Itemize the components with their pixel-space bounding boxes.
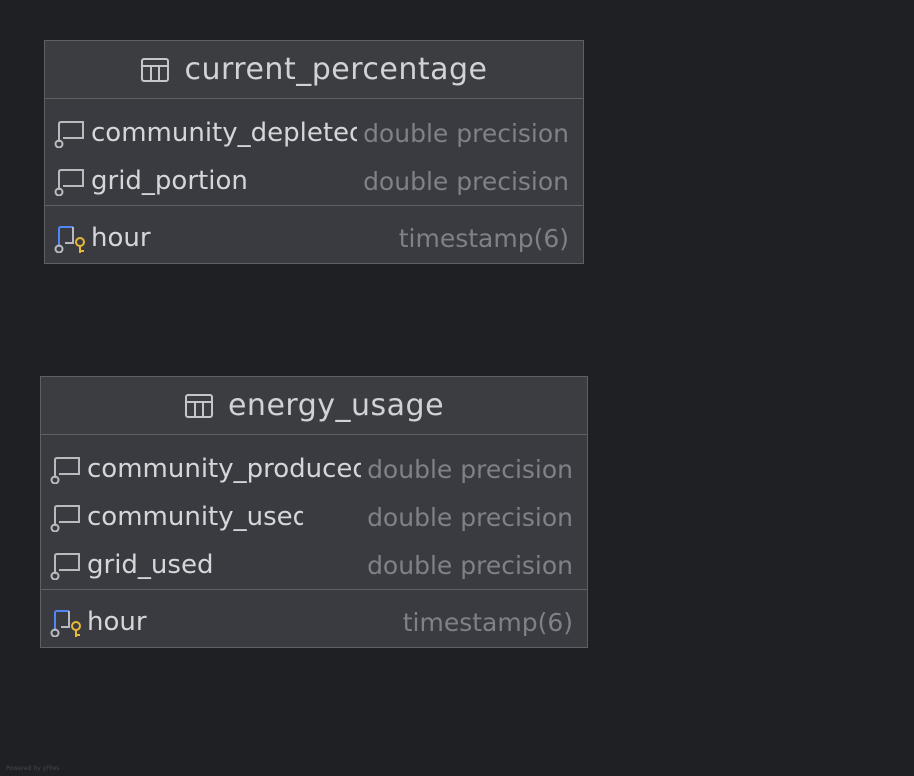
column-name: community_depleted <box>91 118 357 148</box>
table-icon <box>184 393 213 418</box>
column-type: double precision <box>367 550 573 580</box>
primary-key-section: hour timestamp(6) <box>41 589 587 646</box>
column-row[interactable]: community_produced double precision <box>41 445 587 493</box>
table-card-current-percentage[interactable]: current_percentage community_depleted do… <box>44 40 584 264</box>
column-row[interactable]: community_depleted double precision <box>45 109 583 157</box>
watermark: Powered by yFiles <box>6 765 60 772</box>
table-header[interactable]: energy_usage <box>41 377 587 435</box>
column-type: double precision <box>363 166 569 196</box>
primary-key-section: hour timestamp(6) <box>45 205 583 262</box>
column-icon <box>54 121 84 148</box>
table-card-energy-usage[interactable]: energy_usage community_produced double p… <box>40 376 588 648</box>
table-title: energy_usage <box>227 388 445 423</box>
columns-section: community_depleted double precision grid… <box>45 99 583 205</box>
column-name: community_produced <box>87 454 361 484</box>
column-name: hour <box>91 223 151 253</box>
column-icon <box>50 553 80 580</box>
primary-key-column-icon <box>54 226 85 253</box>
table-header[interactable]: current_percentage <box>45 41 583 99</box>
column-icon <box>50 505 80 532</box>
column-type: timestamp(6) <box>398 223 569 253</box>
column-type: double precision <box>363 118 569 148</box>
primary-key-column-icon <box>50 610 81 637</box>
column-name: community_used <box>87 502 303 532</box>
column-name: grid_used <box>87 550 214 580</box>
column-row[interactable]: grid_used double precision <box>41 541 587 589</box>
column-icon <box>54 169 84 196</box>
primary-key-row[interactable]: hour timestamp(6) <box>45 214 583 262</box>
column-type: double precision <box>367 502 573 532</box>
column-icon <box>50 457 80 484</box>
column-row[interactable]: community_used double precision <box>41 493 587 541</box>
column-name: grid_portion <box>91 166 248 196</box>
column-name: hour <box>87 607 147 637</box>
column-row[interactable]: grid_portion double precision <box>45 157 583 205</box>
table-title: current_percentage <box>184 52 488 87</box>
columns-section: community_produced double precision comm… <box>41 435 587 589</box>
column-type: double precision <box>367 454 573 484</box>
primary-key-row[interactable]: hour timestamp(6) <box>41 598 587 646</box>
column-type: timestamp(6) <box>402 607 573 637</box>
table-icon <box>141 57 170 82</box>
